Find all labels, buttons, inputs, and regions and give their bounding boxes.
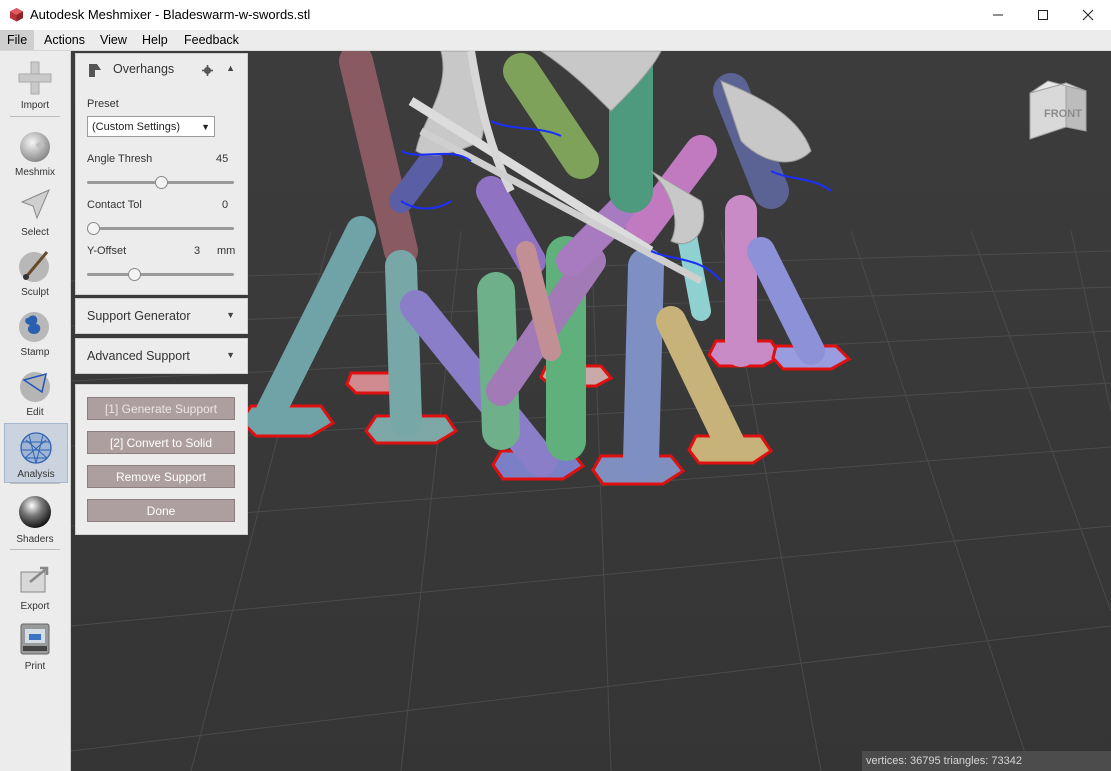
y-offset-slider-thumb[interactable] (127, 268, 141, 281)
meshmixer-app-icon (10, 8, 23, 22)
stamp-icon (19, 312, 49, 342)
tool-import[interactable]: Import (4, 55, 66, 113)
overhangs-title: Overhangs (113, 62, 175, 76)
tool-print[interactable]: Print (4, 616, 66, 674)
advanced-support-panel[interactable]: Advanced Support ▼ (75, 338, 248, 374)
tool-shaders-label: Shaders (16, 534, 54, 545)
expand-arrow-icon: ▼ (226, 310, 235, 320)
view-cube-front-label: FRONT (1044, 108, 1082, 120)
menu-file[interactable]: File (0, 30, 35, 50)
advanced-support-title: Advanced Support (87, 349, 190, 363)
maximize-icon (1038, 10, 1048, 20)
tool-meshmix[interactable]: Meshmix (4, 122, 66, 180)
close-button[interactable] (1065, 0, 1111, 30)
brush-icon (19, 251, 49, 282)
tool-import-label: Import (20, 100, 50, 111)
analysis-sphere-icon (20, 432, 52, 464)
preset-dropdown[interactable]: (Custom Settings) ▼ (87, 116, 215, 137)
maximize-button[interactable] (1020, 0, 1066, 30)
y-offset-slider[interactable] (87, 268, 234, 281)
remove-support-button[interactable]: Remove Support (87, 465, 235, 488)
angle-thresh-label: Angle Thresh (87, 153, 153, 165)
convert-to-solid-button[interactable]: [2] Convert to Solid (87, 431, 235, 454)
tool-sculpt-label: Sculpt (21, 287, 49, 298)
window-title: Autodesk Meshmixer - Bladeswarm-w-swords… (30, 7, 311, 22)
minimize-icon (993, 14, 1003, 16)
close-icon (1082, 9, 1094, 21)
export-icon (20, 566, 49, 593)
dropdown-arrow-icon: ▼ (201, 122, 210, 132)
tool-analysis-label: Analysis (17, 469, 55, 480)
status-bar: vertices: 36795 triangles: 73342 (862, 751, 1111, 771)
tool-print-label: Print (24, 661, 46, 672)
toolbar-divider (10, 549, 60, 550)
contact-tol-slider[interactable] (87, 222, 234, 235)
tool-palette: Import Meshmix Select Sculpt Stamp Edit … (0, 51, 71, 771)
tool-analysis[interactable]: Analysis (4, 423, 68, 483)
tool-export[interactable]: Export (4, 556, 66, 614)
menu-actions[interactable]: Actions (37, 30, 92, 50)
support-generator-panel[interactable]: Support Generator ▼ (75, 298, 248, 334)
tool-select-label: Select (21, 227, 49, 238)
tool-sculpt[interactable]: Sculpt (4, 242, 66, 300)
preset-value: (Custom Settings) (92, 121, 181, 133)
collapse-arrow-icon[interactable]: ▲ (226, 63, 235, 73)
tool-export-label: Export (20, 601, 50, 612)
support-generator-title: Support Generator (87, 309, 191, 323)
done-button[interactable]: Done (87, 499, 235, 522)
edit-sphere-icon (20, 372, 50, 402)
menu-help[interactable]: Help (135, 30, 175, 50)
toolbar-divider (10, 483, 60, 484)
preset-label: Preset (87, 98, 119, 110)
menu-bar: File Actions View Help Feedback (0, 30, 1111, 51)
tool-edit-label: Edit (26, 407, 44, 418)
menu-feedback[interactable]: Feedback (177, 30, 246, 50)
title-bar: Autodesk Meshmixer - Bladeswarm-w-swords… (0, 0, 1111, 30)
cursor-arrow-icon (20, 189, 50, 220)
toolbar-divider (10, 116, 60, 117)
expand-arrow-icon: ▼ (226, 350, 235, 360)
angle-thresh-value: 45 (216, 153, 229, 165)
angle-thresh-slider-thumb[interactable] (155, 176, 168, 189)
contact-tol-slider-thumb[interactable] (87, 222, 100, 235)
shader-ball-icon (19, 496, 51, 528)
overhangs-panel: Overhangs ▲ Preset (Custom Settings) ▼ A… (75, 53, 248, 295)
tool-meshmix-label: Meshmix (14, 167, 55, 178)
overhangs-header[interactable]: Overhangs ▲ (76, 54, 247, 84)
y-offset-value: 3 (194, 245, 201, 257)
y-offset-unit: mm (217, 245, 236, 257)
gear-icon[interactable] (202, 65, 213, 76)
contact-tol-label: Contact Tol (87, 199, 142, 211)
angle-thresh-slider[interactable] (87, 176, 234, 189)
tool-select[interactable]: Select (4, 182, 66, 240)
contact-tol-value: 0 (222, 199, 229, 211)
menu-view[interactable]: View (93, 30, 134, 50)
minimize-button[interactable] (975, 0, 1021, 30)
overhang-icon (89, 64, 101, 77)
plus-icon (18, 61, 52, 95)
tool-stamp-label: Stamp (20, 347, 50, 358)
generate-support-button[interactable]: [1] Generate Support (87, 397, 235, 420)
printer-icon (20, 623, 50, 655)
y-offset-label: Y-Offset (87, 245, 127, 257)
tool-edit[interactable]: Edit (4, 362, 66, 420)
bunny-head-icon (20, 132, 50, 162)
support-actions-panel: [1] Generate Support [2] Convert to Soli… (75, 384, 248, 535)
tool-stamp[interactable]: Stamp (4, 302, 66, 360)
tool-shaders[interactable]: Shaders (4, 489, 66, 547)
